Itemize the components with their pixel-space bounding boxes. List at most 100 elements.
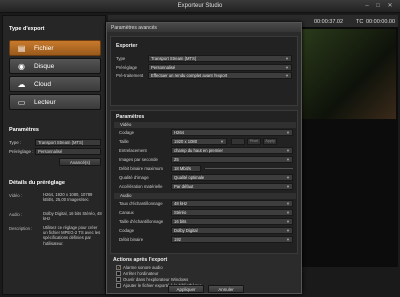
size-pixel-button[interactable] [231, 138, 245, 145]
dlg-preset-select[interactable]: Personnalisé ▼ [148, 64, 292, 71]
chevron-down-icon: ▼ [285, 65, 289, 70]
detail-video-label: Vidéo : [9, 193, 22, 198]
type-label: Type : [9, 140, 22, 145]
dlg-preprocessing-select[interactable]: Effectuer un rendu complet avant l'expor… [148, 72, 292, 79]
cancel-button[interactable]: Annuler [208, 285, 244, 293]
chevron-down-icon: ▼ [285, 56, 289, 61]
audio-samplesize-select[interactable]: 16 bits ▼ [171, 218, 293, 225]
video-row-label: Images par seconde [119, 157, 158, 162]
preset-select[interactable]: Personnalisé [35, 148, 101, 155]
after-option-label: Ouvrir dans l'explorateur Windows [123, 277, 189, 282]
details-title: Détails du préréglage [9, 180, 65, 186]
export-type-title: Type d'export [9, 26, 45, 32]
video-preview [300, 27, 398, 267]
video-bitrate-field[interactable]: 18 Mbit/s [171, 165, 201, 172]
export-panel: Exporter Type Transport Stream (MTS) ▼ Pr… [110, 36, 298, 106]
dlg-type-select[interactable]: Transport Stream (MTS) ▼ [148, 55, 292, 62]
file-icon: ▤ [17, 44, 26, 53]
after-option-label: Alarme sonore audio [123, 265, 163, 270]
video-fps-select[interactable]: 25 ▼ [171, 156, 293, 163]
audio-row-label: Taux d'échantillonnage [119, 201, 163, 206]
advanced-button[interactable]: Avancé(s) [59, 158, 101, 166]
video-row-label: Accélération matérielle [119, 184, 163, 189]
preview-image [302, 29, 396, 119]
export-file-label: Fichier [34, 45, 54, 52]
chevron-down-icon: ▼ [286, 237, 290, 242]
dlg-preset-label: Préréglage [116, 65, 138, 70]
dlg-preprocessing-label: Pré-traitement [116, 73, 144, 78]
detail-video-value: H264, 1920 x 1080, 10789 kBit/s, 25,00 I… [43, 192, 93, 203]
export-section-title: Exporter [116, 43, 138, 49]
video-row-label: Qualité d'image [119, 175, 149, 180]
export-cloud-label: Cloud [34, 81, 51, 88]
export-cloud-button[interactable]: ☁ Cloud [9, 76, 101, 92]
video-subhead: Vidéo [114, 122, 296, 128]
size-apply-button[interactable]: Apply [263, 138, 277, 145]
video-interlace-select[interactable]: champ du haut en premier ▼ [171, 147, 293, 154]
audio-bitrate-select[interactable]: 192 ▼ [171, 236, 293, 243]
minimize-icon[interactable]: – [363, 3, 371, 10]
video-row-label: Codage [119, 130, 135, 135]
timecode-current: 00:00:37.02 [314, 19, 344, 25]
export-device-label: Lecteur [34, 99, 56, 106]
export-file-button[interactable]: ▤ Fichier [9, 40, 101, 56]
after-option-checkbox[interactable] [116, 271, 121, 276]
chevron-down-icon: ▼ [286, 130, 290, 135]
export-device-button[interactable]: ▭ Lecteur [9, 94, 101, 110]
detail-description-value: Utilisez ce réglage pour créer un fichie… [43, 225, 101, 246]
video-row-label: Débit binaire maximum [119, 166, 163, 171]
after-option-checkbox[interactable] [116, 283, 121, 288]
size-pixel-button[interactable]: Pixel [247, 138, 261, 145]
detail-description-label: Description : [9, 226, 33, 231]
video-row-label: Entrelacement [119, 148, 147, 153]
title-bar: Exporteur Studio – □ ✕ [0, 0, 400, 13]
chevron-down-icon: ▼ [286, 228, 290, 233]
chevron-down-icon: ▼ [220, 139, 224, 144]
chevron-down-icon: ▼ [285, 73, 289, 78]
audio-samplerate-select[interactable]: 48 kHz ▼ [171, 200, 293, 207]
dialog-title: Paramètres avancés [111, 25, 157, 31]
audio-row-label: Taille d'échantillonnage [119, 219, 164, 224]
timecode-total: 00:00:00.00 [366, 19, 396, 25]
preset-label: Préréglage : [9, 149, 34, 154]
video-codec-select[interactable]: H264 ▼ [171, 129, 293, 136]
export-disc-label: Disque [34, 63, 55, 70]
video-size-select[interactable]: 1920 x 1080 ▼ [171, 138, 227, 145]
chevron-down-icon: ▼ [286, 175, 290, 180]
audio-row-label: Canaux [119, 210, 134, 215]
detail-audio-label: Audio : [9, 212, 23, 217]
chevron-down-icon: ▼ [286, 157, 290, 162]
left-panel: Type d'export ▤ Fichier ◉ Disque ☁ Cloud… [2, 15, 106, 295]
apply-button[interactable]: Appliquer [168, 285, 204, 293]
audio-channels-select[interactable]: Stéréo ▼ [171, 209, 293, 216]
audio-subhead: Audio [114, 193, 296, 199]
type-select[interactable]: Transport Stream (MTS) [35, 139, 101, 146]
settings-title: Paramètres [9, 127, 39, 133]
close-icon[interactable]: ✕ [386, 3, 394, 10]
video-quality-select[interactable]: Qualité optimale ▼ [171, 174, 293, 181]
after-option-checkbox[interactable]: ✓ [116, 265, 121, 270]
bitrate-slider-track[interactable] [205, 168, 293, 169]
video-row-label: Taille [119, 139, 129, 144]
app-title: Exporteur Studio [177, 3, 223, 9]
chevron-down-icon: ▼ [286, 219, 290, 224]
after-option-label: Arrêter l'ordinateur [123, 271, 159, 276]
maximize-icon[interactable]: □ [374, 3, 382, 10]
detail-audio-value: Dolby Digital, 16 bits Stéréo, 48 kHz [43, 211, 102, 222]
device-icon: ▭ [17, 98, 26, 107]
after-section-title: Actions après l'export [113, 257, 168, 263]
chevron-down-icon: ▼ [286, 201, 290, 206]
video-hwaccel-select[interactable]: Par défaut ▼ [171, 183, 293, 190]
dlg-type-label: Type [116, 56, 126, 61]
export-disc-button[interactable]: ◉ Disque [9, 58, 101, 74]
audio-codec-select[interactable]: Dolby Digital ▼ [171, 227, 293, 234]
tc-label: TC [356, 19, 364, 25]
chevron-down-icon: ▼ [286, 210, 290, 215]
params-section-title: Paramètres [116, 114, 145, 120]
chevron-down-icon: ▼ [286, 148, 290, 153]
audio-row-label: Débit binaire [119, 237, 144, 242]
disc-icon: ◉ [18, 62, 25, 71]
after-option-checkbox[interactable] [116, 277, 121, 282]
after-export-panel: Actions après l'export ✓ Alarme sonore a… [110, 257, 298, 288]
advanced-settings-dialog: Paramètres avancés Exporter Type Transpo… [106, 22, 302, 294]
